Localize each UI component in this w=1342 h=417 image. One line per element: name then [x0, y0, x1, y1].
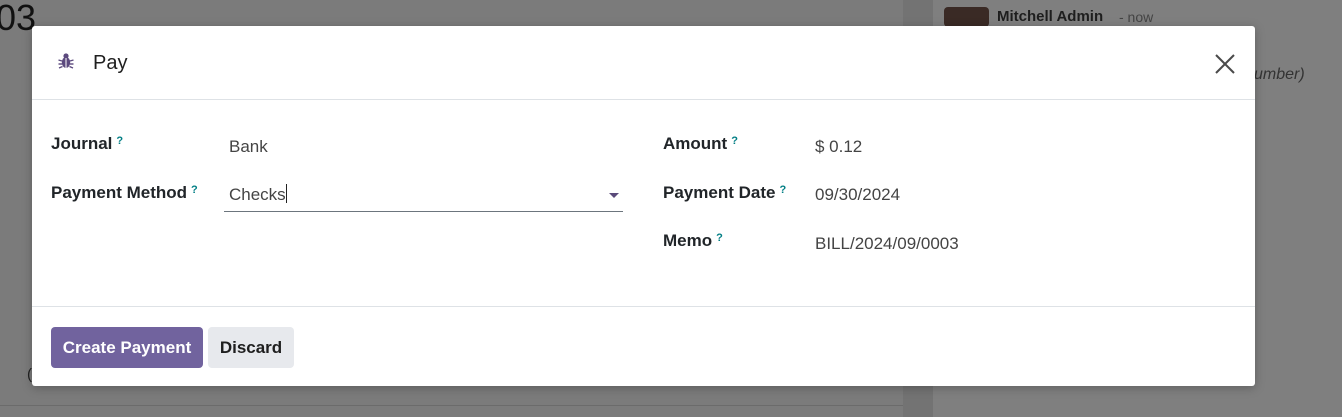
- amount-help-icon[interactable]: ?: [731, 135, 738, 147]
- journal-label: Journal?: [51, 133, 123, 155]
- pay-dialog: Pay Journal? Bank Payment Method? Checks…: [32, 26, 1255, 386]
- chatter-timestamp: - now: [1119, 9, 1154, 25]
- avatar: [944, 7, 989, 27]
- payment-method-value-text: Checks: [229, 185, 286, 204]
- journal-help-icon[interactable]: ?: [116, 135, 123, 147]
- bug-icon: [56, 51, 76, 71]
- payment-date-label-text: Payment Date: [663, 183, 776, 202]
- dialog-footer: Create Payment Discard: [32, 306, 1255, 387]
- payment-date-label: Payment Date?: [663, 182, 786, 204]
- chatter-note-fragment: umber): [1254, 66, 1305, 83]
- close-icon[interactable]: [1212, 51, 1238, 77]
- dialog-title: Pay: [93, 52, 128, 74]
- memo-label: Memo?: [663, 230, 723, 252]
- journal-field[interactable]: Bank: [229, 136, 268, 158]
- create-payment-button[interactable]: Create Payment: [51, 327, 203, 368]
- memo-help-icon[interactable]: ?: [716, 232, 723, 244]
- text-cursor: [285, 184, 287, 203]
- amount-label: Amount?: [663, 133, 738, 155]
- payment-method-select[interactable]: Checks: [224, 181, 623, 212]
- journal-label-text: Journal: [51, 134, 113, 153]
- discard-button[interactable]: Discard: [208, 327, 294, 368]
- chevron-down-icon[interactable]: [609, 193, 619, 198]
- payment-date-field[interactable]: 09/30/2024: [815, 184, 900, 206]
- payment-method-label: Payment Method?: [51, 182, 198, 204]
- payment-method-label-text: Payment Method: [51, 183, 188, 202]
- memo-field[interactable]: BILL/2024/09/0003: [815, 233, 959, 255]
- amount-label-text: Amount: [663, 134, 728, 153]
- dialog-header: Pay: [32, 26, 1255, 100]
- background-record-number: 03: [0, 0, 37, 38]
- chatter-author: Mitchell Admin: [997, 8, 1104, 25]
- payment-method-value: Checks: [229, 184, 287, 206]
- payment-method-help-icon[interactable]: ?: [191, 184, 198, 196]
- amount-field[interactable]: $ 0.12: [815, 136, 862, 158]
- dialog-body: Journal? Bank Payment Method? Checks Amo…: [32, 100, 1255, 305]
- payment-date-help-icon[interactable]: ?: [779, 184, 786, 196]
- memo-label-text: Memo: [663, 231, 713, 250]
- background-table-header: [0, 405, 903, 417]
